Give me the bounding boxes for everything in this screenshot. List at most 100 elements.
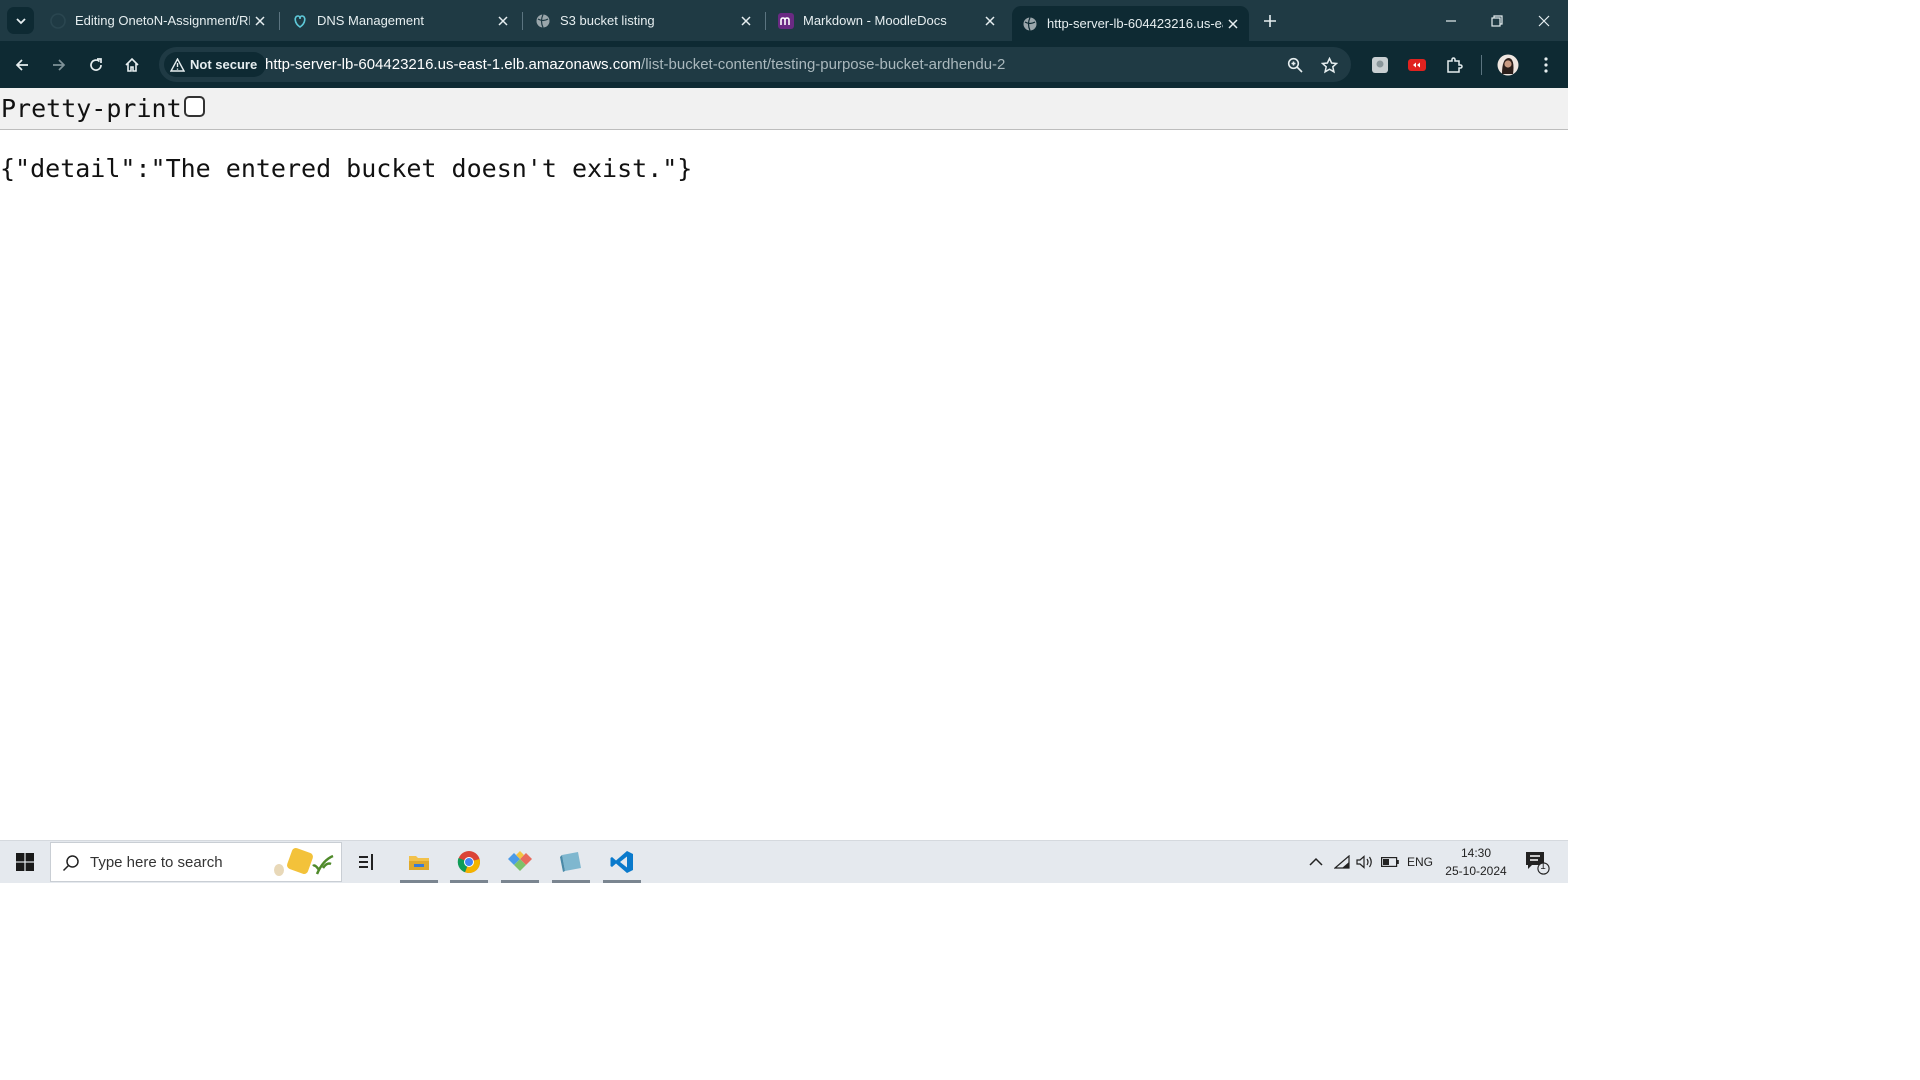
zoom-icon [1287,57,1303,73]
home-button[interactable] [118,51,146,79]
tab-title: S3 bucket listing [560,13,655,28]
close-icon[interactable] [736,11,756,31]
app-button-diamond[interactable] [499,841,541,883]
zoom-button[interactable] [1281,51,1309,79]
more-vertical-icon [1544,57,1548,73]
globe-icon [535,13,551,29]
battery-button[interactable] [1377,841,1403,883]
network-button[interactable] [1330,841,1354,883]
forward-button[interactable] [45,51,73,79]
task-view-button[interactable] [346,841,388,883]
arrow-left-icon [15,59,28,71]
moodle-icon [778,12,794,29]
extension-button-1[interactable] [1366,51,1394,79]
warning-icon [170,57,185,72]
search-icon [62,855,79,872]
url-text[interactable]: http-server-lb-604423216.us-east-1.elb.a… [265,47,1005,82]
close-icon[interactable] [493,11,513,31]
close-icon[interactable] [980,11,1000,31]
clock-time: 14:30 [1460,846,1492,860]
notebook-icon [560,852,581,872]
chevron-up-icon [1309,857,1323,866]
vscode-button[interactable] [601,841,643,883]
vscode-icon [610,851,633,873]
folder-icon [409,856,429,870]
close-icon[interactable] [1223,14,1243,34]
tab-title: DNS Management [317,13,424,28]
tab-moodledocs[interactable]: Markdown - MoodleDocs [768,0,1006,41]
chevron-down-icon [15,17,26,24]
home-icon [125,57,139,72]
clock[interactable]: 14:30 25-10-2024 [1436,844,1516,880]
extension-logo-icon [1372,57,1388,73]
tab-active-http-server[interactable]: http-server-lb-604423216.us-ea [1012,6,1249,41]
tab-title: http-server-lb-604423216.us-ea [1047,16,1223,31]
tab-s3-bucket-listing[interactable]: S3 bucket listing [525,0,762,41]
taskbar: Type here to search ENG 14:30 25-10-2024… [0,840,1568,883]
tab-title: Editing OnetoN-Assignment/RE [75,13,250,28]
plus-icon [1264,15,1276,27]
battery-icon [1381,857,1399,867]
toolbar-separator [1481,55,1482,75]
reload-button[interactable] [82,51,110,79]
github-icon [50,12,66,29]
tab-dns-management[interactable]: DNS Management [282,0,519,41]
speaker-icon [1356,855,1372,869]
file-explorer-button[interactable] [398,841,440,883]
language-indicator[interactable]: ENG [1404,841,1436,883]
not-secure-chip[interactable]: Not secure [164,52,267,77]
tab-github[interactable]: Editing OnetoN-Assignment/RE [40,0,276,41]
restore-button[interactable] [1474,0,1520,41]
taskbar-search-box[interactable]: Type here to search [50,842,342,882]
reload-icon [90,58,102,71]
browser-toolbar: Not secure http-server-lb-604423216.us-e… [0,41,1568,88]
globe-icon [1022,16,1038,32]
menu-button[interactable] [1532,51,1560,79]
close-icon [1538,15,1550,26]
profile-button[interactable] [1494,51,1522,79]
close-icon[interactable] [250,11,270,31]
app-button-note[interactable] [550,841,592,883]
chrome-icon [457,851,480,874]
security-label: Not secure [190,57,258,72]
tab-search-button[interactable] [7,7,34,34]
volume-button[interactable] [1353,841,1377,883]
wifi-icon [1334,855,1350,869]
search-highlight-icon [274,848,334,876]
star-icon [1320,56,1338,73]
restore-icon [1491,14,1503,27]
puzzle-icon [1447,57,1463,73]
notifications-button[interactable]: 1 [1522,841,1552,883]
video-extension-icon [1408,59,1426,71]
json-response: {"detail":"The entered bucket doesn't ex… [0,154,693,183]
pretty-print-label: Pretty-print [1,94,182,123]
address-bar[interactable]: Not secure http-server-lb-604423216.us-e… [159,47,1351,82]
minimize-icon [1446,19,1456,22]
diamond-app-icon [508,851,532,871]
tab-separator [522,12,523,30]
url-host: http-server-lb-604423216.us-east-1.elb.a… [265,56,642,73]
show-hidden-icons-button[interactable] [1305,841,1327,883]
minimize-button[interactable] [1428,0,1474,41]
clock-date: 25-10-2024 [1445,864,1507,878]
windows-logo-icon [16,853,34,871]
url-path: /list-bucket-content/testing-purpose-buc… [641,56,1006,73]
tab-separator [765,12,766,30]
back-button[interactable] [8,51,36,79]
task-view-icon [359,854,373,870]
extension-button-2[interactable] [1403,51,1431,79]
arrow-right-icon [53,59,66,71]
bookmark-button[interactable] [1315,51,1343,79]
start-button[interactable] [4,841,46,883]
chrome-button[interactable] [448,841,490,883]
taskbar-search-placeholder: Type here to search [90,854,223,871]
notification-count: 1 [1540,861,1546,872]
tab-separator [279,12,280,30]
tab-strip: Editing OnetoN-Assignment/RE DNS Managem… [0,0,1568,41]
tab-title: Markdown - MoodleDocs [803,13,947,28]
close-window-button[interactable] [1521,0,1567,41]
pretty-print-checkbox[interactable] [184,96,205,117]
extensions-button[interactable] [1440,51,1468,79]
new-tab-button[interactable] [1259,10,1281,32]
pretty-print-bar: Pretty-print [0,88,1568,130]
